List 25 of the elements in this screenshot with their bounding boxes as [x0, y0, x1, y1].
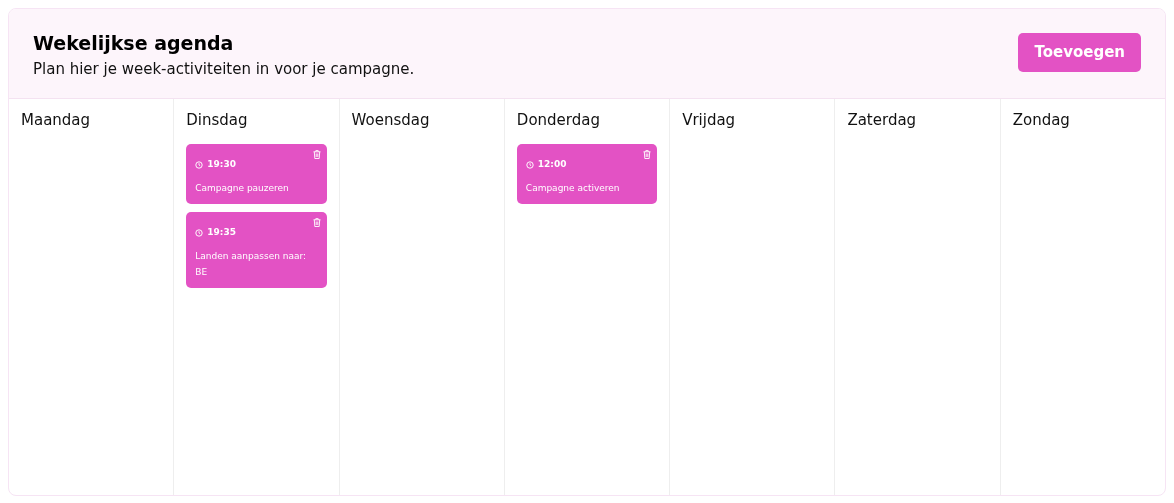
page-title: Wekelijkse agenda	[33, 31, 235, 56]
day-heading: Zondag	[1012, 110, 1071, 131]
event-card[interactable]: 12:00 Campagne activeren	[516, 143, 658, 204]
trash-icon[interactable]	[643, 149, 652, 159]
event-time: 12:00	[525, 157, 567, 172]
day-heading: Dinsdag	[186, 110, 249, 131]
day-heading: Zaterdag	[847, 110, 918, 131]
day-heading: Vrijdag	[682, 110, 737, 131]
event-time: 19:30	[195, 157, 236, 172]
clock-icon	[525, 160, 534, 169]
page-subtitle: Plan hier je week-activiteiten in voor je campagne.	[33, 58, 415, 80]
day-heading: Woensdag	[351, 110, 431, 131]
event-label: Campagne activeren	[525, 181, 621, 195]
trash-icon[interactable]	[312, 217, 321, 227]
add-button[interactable]: Toevoegen	[1018, 33, 1141, 72]
event-label: Landen aanpassen naar: BE	[195, 249, 308, 279]
day-heading: Maandag	[21, 110, 92, 131]
event-card[interactable]: 19:30 Campagne pauzeren	[186, 143, 327, 204]
event-label: Campagne pauzeren	[195, 181, 290, 195]
clock-icon	[195, 160, 204, 169]
clock-icon	[195, 228, 204, 237]
day-heading: Donderdag	[516, 110, 601, 131]
event-time: 19:35	[195, 225, 236, 240]
trash-icon[interactable]	[312, 149, 321, 159]
event-card[interactable]: 19:35 Landen aanpassen naar: BE	[186, 211, 327, 288]
